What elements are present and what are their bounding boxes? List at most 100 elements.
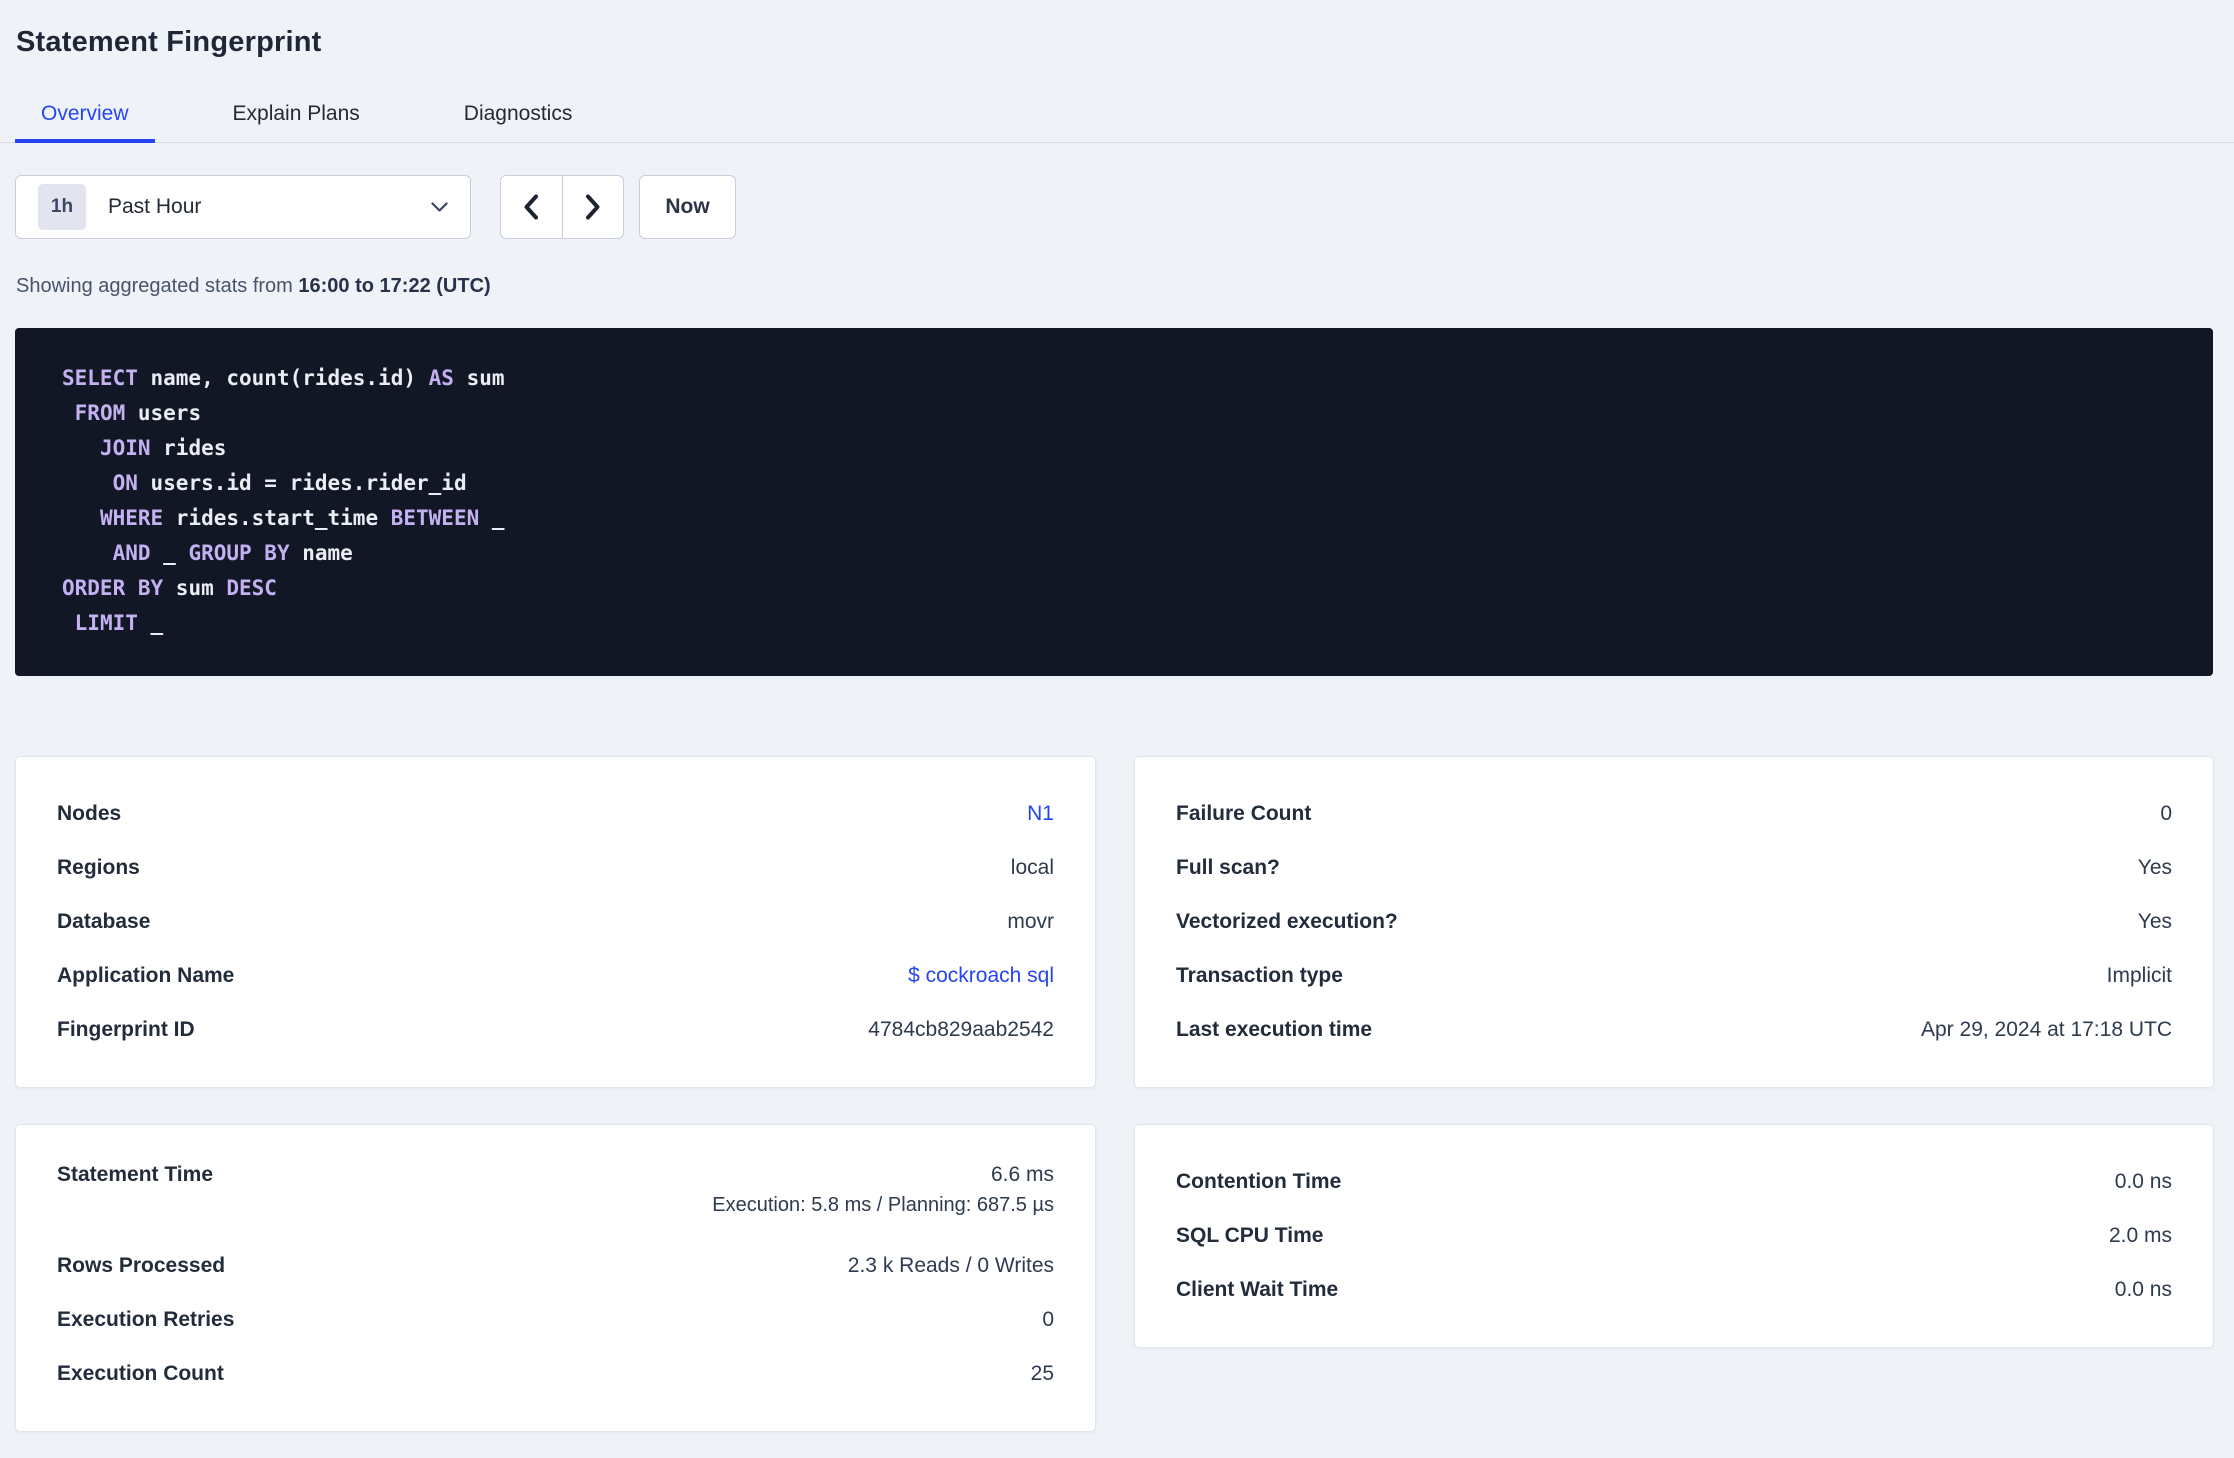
timing-cards-row: Statement Time 6.6 ms Execution: 5.8 ms … [15,1124,2214,1432]
detail-value: Yes [2137,856,2172,879]
sql-line: FROM users [62,396,2173,431]
sql-token: users [125,401,202,425]
detail-label: Nodes [57,802,122,825]
detail-label: Transaction type [1176,964,1343,987]
sql-token: LIMIT [74,611,138,635]
detail-value: 6.6 ms [990,1163,1054,1186]
sql-token: ORDER BY [62,576,164,600]
detail-value: 25 [1030,1362,1054,1385]
sql-line: SELECT name, count(rides.id) AS sum [62,361,2173,396]
sql-token: DESC [226,576,277,600]
chevron-right-icon [585,194,601,220]
page-title: Statement Fingerprint [16,26,322,58]
sql-line: JOIN rides [62,431,2173,466]
sql-token: sum [163,576,227,600]
tab-overview[interactable]: Overview [15,93,155,143]
detail-row-fingerprint-id: Fingerprint ID 4784cb829aab2542 [57,1003,1054,1057]
app-name-link[interactable]: $ cockroach sql [908,964,1054,988]
chevron-left-icon [523,194,539,220]
detail-label: Client Wait Time [1176,1278,1339,1301]
detail-row-sql-cpu-time: SQL CPU Time 2.0 ms [1176,1209,2172,1263]
sql-line: ON users.id = rides.rider_id [62,466,2173,501]
detail-value: 0 [2160,802,2172,825]
sql-token: sum [453,366,505,390]
tab-diagnostics[interactable]: Diagnostics [438,93,599,143]
detail-row-rows-processed: Rows Processed 2.3 k Reads / 0 Writes [57,1239,1054,1293]
details-cards-row: Nodes N1 Regions local Database movr App… [15,756,2214,1088]
sql-statement-box: SELECT name, count(rides.id) AS sum FROM… [15,328,2213,676]
sql-token: SELECT [62,366,138,390]
wait-timing-card: Contention Time 0.0 ns SQL CPU Time 2.0 … [1134,1124,2214,1348]
aggregated-stats-line: Showing aggregated stats from 16:00 to 1… [16,275,2234,298]
detail-row-nodes: Nodes N1 [57,787,1054,841]
sql-line: ORDER BY sum DESC [62,571,2173,606]
detail-subvalue: Execution: 5.8 ms / Planning: 687.5 µs [712,1194,1054,1216]
detail-value: 2.3 k Reads / 0 Writes [847,1254,1054,1277]
sql-token: AND [112,541,151,565]
detail-row-execution-count: Execution Count 25 [57,1347,1054,1401]
detail-row-failure-count: Failure Count 0 [1176,787,2172,841]
statement-time-values: 6.6 ms Execution: 5.8 ms / Planning: 687… [712,1163,1054,1217]
detail-label: Execution Count [57,1362,224,1385]
detail-value: 0.0 ns [2114,1170,2172,1193]
detail-label: Failure Count [1176,802,1312,825]
detail-label: Execution Retries [57,1308,235,1331]
detail-row-regions: Regions local [57,841,1054,895]
time-toolbar: 1h Past Hour Now [15,175,2234,239]
detail-label: Full scan? [1176,856,1280,879]
next-range-button[interactable] [563,176,624,238]
detail-label: Database [57,910,151,933]
detail-label: Fingerprint ID [57,1018,195,1041]
detail-label: Rows Processed [57,1254,226,1277]
stats-prefix: Showing aggregated stats from [16,275,299,297]
sql-line: WHERE rides.start_time BETWEEN _ [62,501,2173,536]
detail-row-full-scan: Full scan? Yes [1176,841,2172,895]
detail-value: Yes [2137,910,2172,933]
sql-line: AND _ GROUP BY name [62,536,2173,571]
sql-token: BETWEEN [390,506,480,530]
sql-token: users.id = rides.rider_id [137,471,467,495]
sql-token: GROUP BY [188,541,290,565]
sql-token: _ [479,506,505,530]
detail-row-client-wait-time: Client Wait Time 0.0 ns [1176,1263,2172,1317]
detail-value: 4784cb829aab2542 [868,1018,1054,1041]
detail-row-last-execution-time: Last execution time Apr 29, 2024 at 17:1… [1176,1003,2172,1057]
statement-fingerprint-page: Statement Fingerprint Overview Explain P… [0,0,2234,1458]
sql-token: _ [137,611,164,635]
sql-token: rides [150,436,227,460]
stats-range: 16:00 to 17:22 (UTC) [298,275,491,297]
detail-label: Contention Time [1176,1170,1342,1193]
time-range-select[interactable]: 1h Past Hour [15,175,471,239]
prev-range-button[interactable] [501,176,563,238]
detail-label: Statement Time [57,1163,213,1186]
detail-value: 0 [1042,1308,1054,1331]
now-button[interactable]: Now [639,175,736,239]
nodes-link[interactable]: N1 [1027,802,1054,826]
chevron-down-icon [431,201,448,213]
detail-value: Implicit [2106,964,2172,987]
detail-row-application-name: Application Name $ cockroach sql [57,949,1054,1003]
detail-row-transaction-type: Transaction type Implicit [1176,949,2172,1003]
sql-token: rides.start_time [163,506,391,530]
detail-label: Regions [57,856,140,879]
sql-token: _ [150,541,189,565]
detail-label: Application Name [57,964,235,987]
detail-value: Apr 29, 2024 at 17:18 UTC [1921,1018,2172,1041]
sql-line: LIMIT _ [62,606,2173,641]
detail-label: SQL CPU Time [1176,1224,1324,1247]
detail-value: movr [1007,910,1054,933]
detail-value: local [1010,856,1054,879]
detail-row-contention-time: Contention Time 0.0 ns [1176,1155,2172,1209]
detail-value: 2.0 ms [2108,1224,2172,1247]
sql-token: FROM [74,401,126,425]
sql-token: JOIN [99,436,151,460]
detail-row-database: Database movr [57,895,1054,949]
tab-bar: Overview Explain Plans Diagnostics [0,93,2234,143]
tab-explain-plans[interactable]: Explain Plans [207,93,386,143]
detail-row-statement-time: Statement Time 6.6 ms Execution: 5.8 ms … [57,1155,1054,1239]
